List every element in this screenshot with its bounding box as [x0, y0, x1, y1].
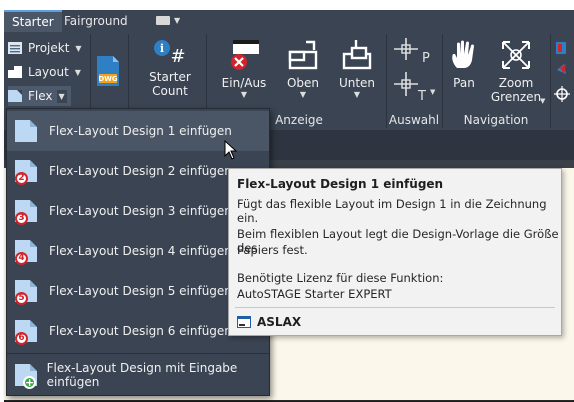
svg-text:P: P [422, 51, 430, 66]
panel-title-auswahl: Auswahl [388, 113, 440, 127]
crosshair-icon: P T ▼ [394, 38, 436, 104]
layout-sheet-icon: + [15, 362, 37, 389]
zoom-label-line1: Zoom [498, 76, 534, 90]
menu-item-label: Flex-Layout Design 3 einfügen [49, 204, 232, 218]
menu-item-flex-design-input[interactable]: + Flex-Layout Design mit Eingabe einfüge… [7, 355, 269, 395]
pan-label: Pan [453, 76, 475, 90]
flex-button[interactable]: Flex ▼ [8, 86, 71, 106]
layout-icon [8, 66, 22, 78]
chevron-down-icon: ▼ [240, 90, 248, 99]
zoom-extents-button[interactable]: Zoom Grenzen ▼ [488, 38, 545, 105]
chevron-down-icon: ▼ [56, 89, 67, 103]
tooltip-description: Fügt das flexible Layout im Design 1 in … [237, 197, 547, 225]
unten-label: Unten [338, 76, 376, 90]
layout-sheet-icon: 5 [15, 278, 39, 305]
layer-toggle-icon [231, 40, 259, 70]
select-point-button[interactable]: P T ▼ [390, 36, 438, 111]
chevron-down-icon: ▼ [353, 90, 361, 99]
menu-separator [7, 353, 269, 354]
tab-overflow-button[interactable]: ▼ [152, 14, 182, 28]
hand-pan-icon [452, 40, 474, 68]
chevron-down-icon: ▼ [75, 43, 82, 53]
svg-text:DWG: DWG [98, 75, 118, 83]
chevron-down-icon: ▼ [74, 67, 81, 77]
layout-sheet-icon [15, 118, 39, 144]
pan-button[interactable]: Pan [444, 38, 484, 90]
command-window-icon [237, 316, 251, 328]
zoom-label-line2: Grenzen [490, 90, 542, 104]
tooltip-license-value: AutoSTAGE Starter EXPERT [237, 287, 392, 301]
oben-button[interactable]: Oben ▼ [278, 38, 328, 100]
ein-aus-label: Ein/Aus [221, 76, 267, 90]
zoom-extents-icon [502, 41, 530, 69]
menu-item-label: Flex-Layout Design mit Eingabe einfügen [46, 361, 238, 389]
number-badge: 4 [15, 252, 28, 265]
chevron-down-icon: ▼ [174, 16, 181, 25]
dwg-file-icon: DWG [97, 56, 119, 86]
menu-item-label: Flex-Layout Design 2 einfügen [49, 164, 232, 178]
starter-count-line2: Count [152, 84, 188, 98]
mouse-cursor-icon [224, 140, 238, 160]
layout-sheet-icon: 2 [15, 158, 39, 185]
svg-text:#: # [170, 46, 185, 66]
navigation-tools-icon[interactable] [554, 40, 570, 106]
window-icon [156, 16, 170, 25]
starter-count-button[interactable]: i # Starter Count [136, 38, 204, 98]
plus-badge-icon: + [23, 376, 36, 389]
view-bottom-icon [342, 40, 372, 70]
panel-separator [550, 34, 551, 128]
chevron-down-icon: ▼ [540, 97, 546, 105]
chevron-down-icon: ▼ [299, 90, 307, 99]
ribbon-tab-bar: Starter Fairground ▼ [4, 10, 574, 32]
tooltip-command-name: ASLAX [257, 315, 302, 329]
oben-label: Oben [286, 76, 320, 90]
layout-label: Layout [28, 65, 69, 79]
number-badge: 5 [15, 292, 28, 305]
menu-item-label: Flex-Layout Design 6 einfügen [49, 324, 232, 338]
projekt-label: Projekt [28, 41, 70, 55]
tab-fairground[interactable]: Fairground [56, 10, 136, 32]
layout-button[interactable]: Layout ▼ [8, 62, 81, 82]
tooltip-footer: ASLAX [237, 315, 301, 329]
projekt-button[interactable]: Projekt ▼ [8, 38, 82, 58]
layout-sheet-icon: 3 [15, 198, 39, 225]
svg-text:T: T [417, 89, 426, 104]
menu-item-label: Flex-Layout Design 4 einfügen [49, 244, 232, 258]
list-icon [8, 42, 22, 54]
number-badge: 6 [15, 332, 28, 345]
view-top-icon [288, 40, 318, 70]
command-tooltip: Flex-Layout Design 1 einfügen Fügt das f… [228, 168, 562, 336]
starter-count-line1: Starter [149, 70, 191, 84]
number-badge: 2 [15, 172, 28, 185]
tooltip-license-label: Benötigte Lizenz für diese Funktion: [237, 271, 444, 285]
tooltip-separator [235, 307, 555, 308]
layout-sheet-icon: 4 [15, 238, 39, 265]
flex-label: Flex [28, 89, 53, 103]
unten-button[interactable]: Unten ▼ [332, 38, 382, 100]
svg-text:i: i [160, 42, 164, 55]
layout-sheet-icon: 6 [15, 318, 39, 345]
menu-item-label: Flex-Layout Design 5 einfügen [49, 284, 232, 298]
dwg-button[interactable]: DWG [94, 56, 122, 91]
tooltip-detail-line2: Papiers fest. [237, 243, 308, 257]
panel-separator [442, 34, 443, 128]
svg-text:▼: ▼ [430, 88, 436, 96]
flex-icon [8, 90, 22, 102]
tooltip-title: Flex-Layout Design 1 einfügen [237, 177, 444, 191]
tab-starter[interactable]: Starter [4, 10, 62, 32]
menu-item-label: Flex-Layout Design 1 einfügen [49, 124, 232, 138]
ein-aus-button[interactable]: Ein/Aus ▼ [216, 38, 272, 100]
panel-title-navigation: Navigation [463, 113, 529, 127]
info-count-icon: i # [154, 40, 186, 66]
number-badge: 3 [15, 212, 28, 225]
